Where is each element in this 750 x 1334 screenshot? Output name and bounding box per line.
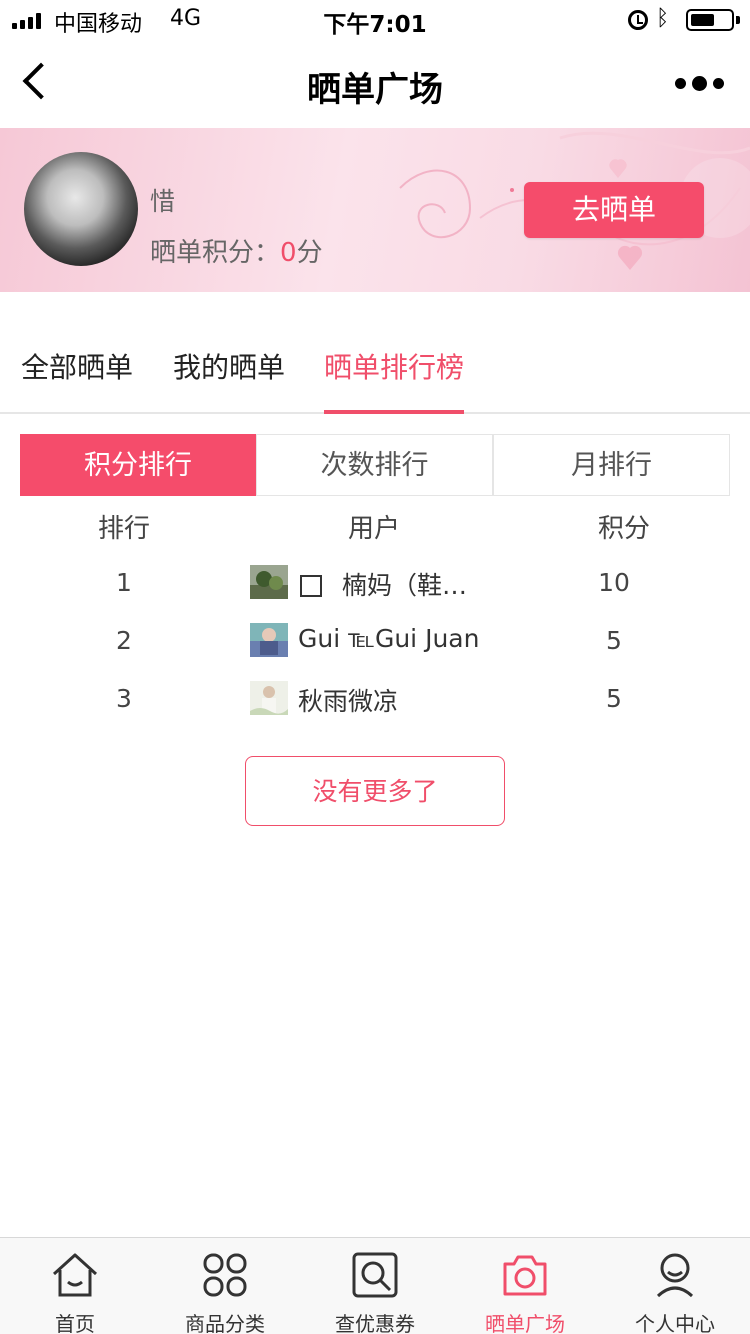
table-row[interactable]: 1 楠妈（鞋… 10 (0, 560, 750, 618)
tabbar-home-label: 首页 (55, 1312, 95, 1334)
page-title: 晒单广场 (307, 70, 443, 110)
bottom-tab-bar: 首页 商品分类 查优惠券 晒单广场 个人中心 (0, 1237, 750, 1334)
row-user-name: 秋雨微凉 (298, 687, 399, 716)
row-user: 楠妈（鞋… (298, 566, 467, 602)
camera-icon (503, 1255, 547, 1296)
home-icon (52, 1253, 98, 1297)
tabbar-share-plaza-label: 晒单广场 (485, 1312, 565, 1334)
tabbar-coupon-label: 查优惠券 (335, 1312, 415, 1334)
score-line: 晒单积分：0分 (150, 232, 323, 269)
tabbar-profile[interactable]: 个人中心 (600, 1238, 750, 1334)
row-user-name: 楠妈（鞋… (342, 571, 468, 600)
go-share-button[interactable]: 去晒单 (524, 182, 704, 238)
tabbar-home[interactable]: 首页 (0, 1238, 150, 1334)
header-user: 用户 (347, 514, 400, 544)
alarm-icon (628, 10, 648, 30)
battery-icon (686, 9, 734, 31)
user-name: 惜 (150, 187, 176, 216)
user-avatar[interactable] (24, 152, 138, 266)
header-rank: 排行 (97, 514, 150, 544)
ranking-header: 排行 用户 积分 (0, 506, 750, 544)
row-rank: 2 (116, 626, 132, 655)
battery-level (691, 14, 714, 26)
tab-bar-top: 全部晒单 我的晒单 晒单排行榜 (0, 292, 750, 414)
score-unit: 分 (296, 238, 323, 268)
score-value: 0 (280, 238, 297, 268)
row-user-name: Gui ℡Gui Juan (298, 624, 480, 653)
tabbar-category-label: 商品分类 (185, 1312, 265, 1334)
tabbar-share-plaza[interactable]: 晒单广场 (450, 1238, 600, 1334)
unknown-glyph-icon (300, 575, 322, 597)
row-avatar (250, 681, 288, 715)
ranking-segment: 积分排行 次数排行 月排行 (20, 434, 730, 496)
status-bar: 中国移动 4G 下午7:01 ᛒ (0, 0, 750, 40)
no-more-button[interactable]: 没有更多了 (245, 756, 505, 826)
coupon-search-icon (352, 1252, 398, 1298)
row-score: 5 (606, 684, 622, 713)
row-avatar (250, 623, 288, 657)
segment-monthly-rank[interactable]: 月排行 (493, 434, 730, 496)
tabbar-category[interactable]: 商品分类 (150, 1238, 300, 1334)
category-icon (203, 1253, 247, 1297)
segment-points-rank[interactable]: 积分排行 (20, 434, 256, 496)
row-rank: 3 (116, 684, 132, 713)
active-tab-indicator (324, 410, 464, 414)
header-score: 积分 (597, 514, 650, 544)
tabbar-profile-label: 个人中心 (635, 1312, 715, 1334)
table-row[interactable]: 2 Gui ℡Gui Juan 5 (0, 618, 750, 676)
tabbar-coupon[interactable]: 查优惠券 (300, 1238, 450, 1334)
row-score: 10 (598, 568, 630, 597)
tab-my-shares[interactable]: 我的晒单 (173, 346, 285, 386)
nav-bar: 晒单广场 (0, 40, 750, 128)
bluetooth-icon: ᛒ (656, 6, 670, 31)
score-label: 晒单积分： (150, 238, 281, 268)
tab-all-shares[interactable]: 全部晒单 (21, 346, 133, 386)
row-score: 5 (606, 626, 622, 655)
more-icon[interactable] (675, 76, 724, 91)
table-row[interactable]: 3 秋雨微凉 5 (0, 676, 750, 734)
profile-banner: 惜 晒单积分：0分 去晒单 (0, 128, 750, 292)
row-avatar (250, 565, 288, 599)
tab-leaderboard[interactable]: 晒单排行榜 (324, 346, 464, 386)
battery-tip (736, 16, 740, 24)
segment-count-rank[interactable]: 次数排行 (256, 434, 493, 496)
user-icon (656, 1253, 694, 1298)
row-rank: 1 (116, 568, 132, 597)
